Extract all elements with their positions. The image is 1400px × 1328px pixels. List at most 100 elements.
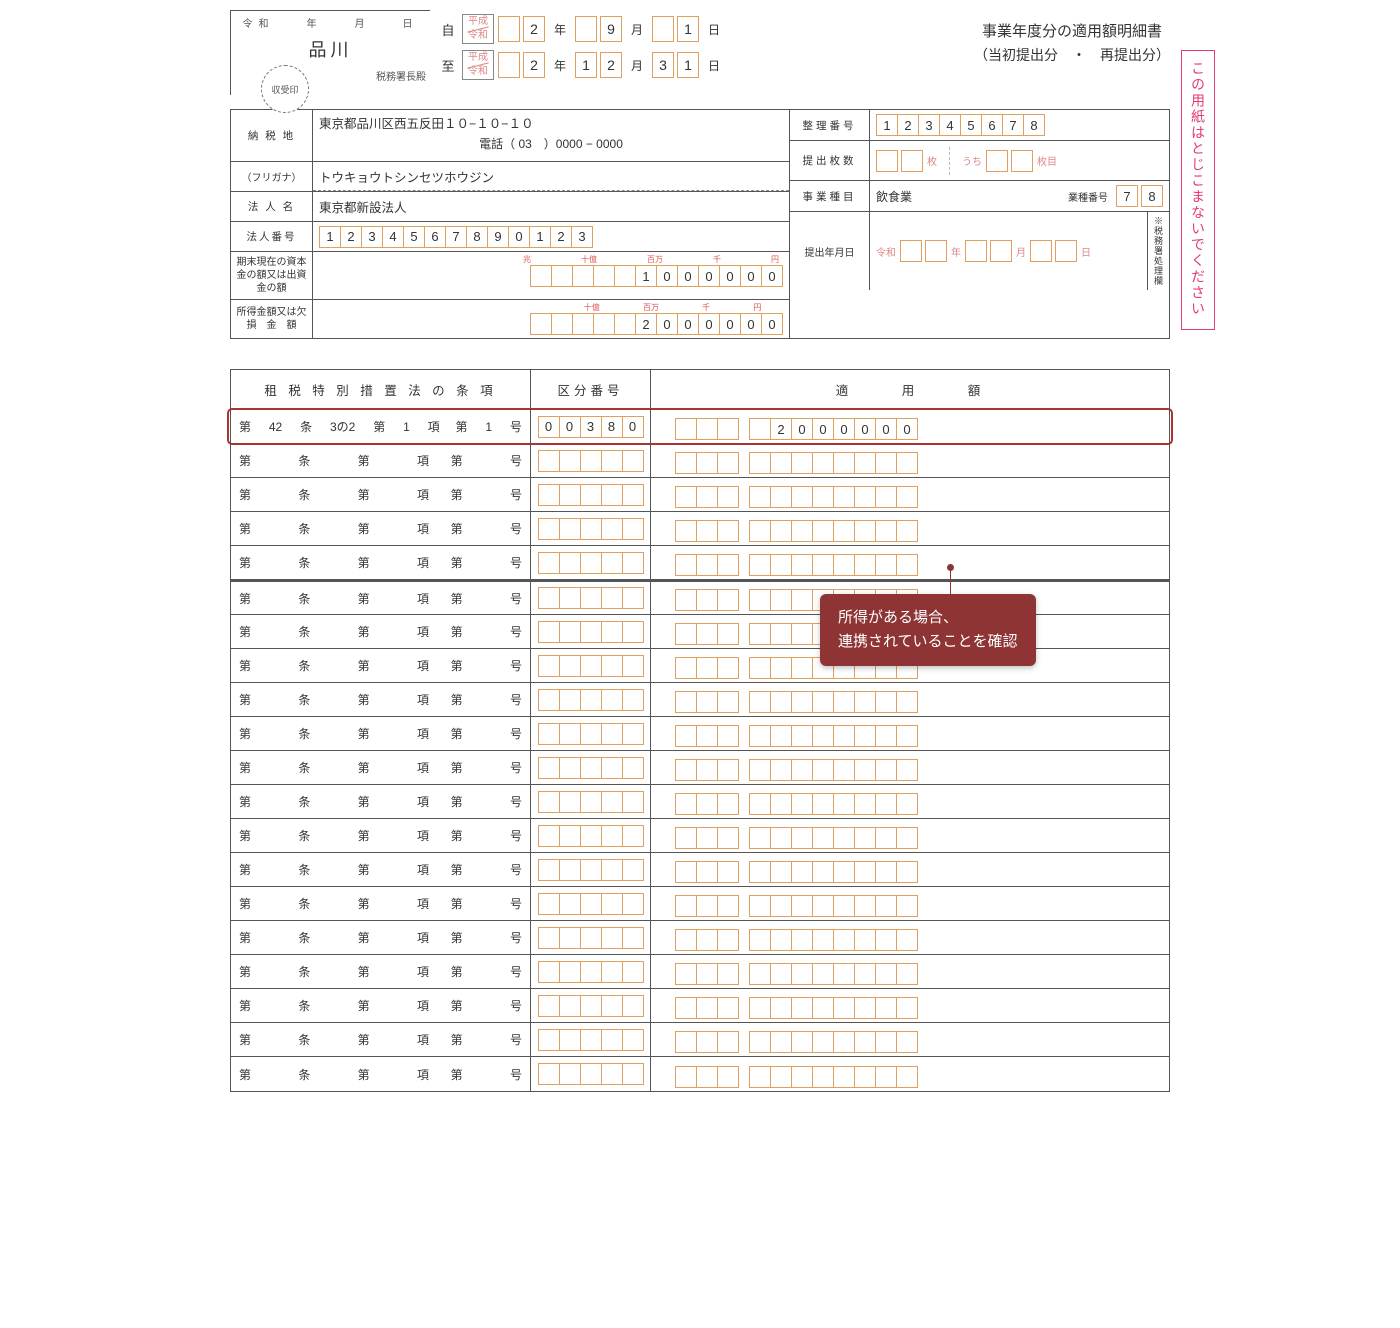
digit-cell[interactable]: [559, 927, 581, 949]
digit-cell[interactable]: [854, 827, 876, 849]
digit-cell[interactable]: [601, 859, 623, 881]
digit-cell[interactable]: 0: [656, 265, 678, 287]
digit-cell[interactable]: [749, 691, 771, 713]
digit-cell[interactable]: [896, 486, 918, 508]
digit-cell[interactable]: [833, 929, 855, 951]
digit-cell[interactable]: [622, 1063, 644, 1085]
digit-cell[interactable]: [538, 757, 560, 779]
digit-cell[interactable]: [622, 587, 644, 609]
digit-cell[interactable]: [580, 825, 602, 847]
digit-cell[interactable]: [622, 757, 644, 779]
digit-cell[interactable]: [854, 963, 876, 985]
digit-cell[interactable]: 5: [403, 226, 425, 248]
digit-cell[interactable]: [896, 861, 918, 883]
digit-cell[interactable]: [696, 520, 718, 542]
digit-cell[interactable]: [559, 1063, 581, 1085]
digit-cell[interactable]: [601, 552, 623, 574]
digit-cell[interactable]: [812, 1031, 834, 1053]
digit-cell[interactable]: [749, 997, 771, 1019]
digit-cell[interactable]: [791, 793, 813, 815]
digit-cell[interactable]: [812, 520, 834, 542]
digit-cell[interactable]: [675, 793, 697, 815]
digit-cell[interactable]: [812, 691, 834, 713]
digit-cell[interactable]: [538, 893, 560, 915]
digit-cell[interactable]: [812, 997, 834, 1019]
digit-cell[interactable]: 0: [698, 265, 720, 287]
digit-cell[interactable]: [696, 861, 718, 883]
digit-cell[interactable]: [854, 793, 876, 815]
digit-cell[interactable]: [717, 895, 739, 917]
digit-cell[interactable]: [593, 313, 615, 335]
digit-cell[interactable]: [749, 861, 771, 883]
digit-cell[interactable]: [875, 554, 897, 576]
digit-cell[interactable]: [601, 927, 623, 949]
digit-cell[interactable]: 1: [876, 114, 898, 136]
digit-cell[interactable]: 0: [791, 418, 813, 440]
digit-cell[interactable]: [601, 450, 623, 472]
digit-cell[interactable]: [1011, 150, 1033, 172]
digit-cell[interactable]: [601, 518, 623, 540]
digit-cell[interactable]: [622, 995, 644, 1017]
digit-cell[interactable]: [572, 265, 594, 287]
digit-cell[interactable]: [812, 1066, 834, 1088]
digit-cell[interactable]: [812, 725, 834, 747]
digit-cell[interactable]: [559, 995, 581, 1017]
digit-cell[interactable]: [696, 827, 718, 849]
digit-cell[interactable]: [675, 759, 697, 781]
digit-cell[interactable]: 1: [529, 226, 551, 248]
digit-cell[interactable]: [854, 520, 876, 542]
digit-cell[interactable]: [770, 623, 792, 645]
digit-cell[interactable]: [622, 927, 644, 949]
digit-cell[interactable]: 0: [698, 313, 720, 335]
digit-cell[interactable]: [896, 1066, 918, 1088]
digit-cell[interactable]: [875, 895, 897, 917]
digit-cell[interactable]: [717, 657, 739, 679]
digit-cell[interactable]: [530, 265, 552, 287]
digit-cell[interactable]: [538, 995, 560, 1017]
digit-cell[interactable]: [833, 861, 855, 883]
digit-cell[interactable]: [717, 1031, 739, 1053]
digit-cell[interactable]: [854, 929, 876, 951]
digit-cell[interactable]: 8: [1023, 114, 1045, 136]
digit-cell[interactable]: [791, 623, 813, 645]
digit-cell[interactable]: 0: [656, 313, 678, 335]
digit-cell[interactable]: [812, 827, 834, 849]
digit-cell[interactable]: [896, 725, 918, 747]
digit-cell[interactable]: [601, 961, 623, 983]
digit-cell[interactable]: [791, 725, 813, 747]
digit-cell[interactable]: [696, 691, 718, 713]
digit-cell[interactable]: [749, 657, 771, 679]
digit-cell[interactable]: [675, 691, 697, 713]
digit-cell[interactable]: [538, 552, 560, 574]
digit-cell[interactable]: [538, 621, 560, 643]
digit-cell[interactable]: 3: [361, 226, 383, 248]
digit-cell[interactable]: [896, 793, 918, 815]
digit-cell[interactable]: [749, 1066, 771, 1088]
digit-cell[interactable]: [854, 1031, 876, 1053]
digit-cell[interactable]: [559, 450, 581, 472]
digit-cell[interactable]: [601, 995, 623, 1017]
digit-cell[interactable]: [812, 554, 834, 576]
digit-cell[interactable]: [622, 825, 644, 847]
digit-cell[interactable]: [675, 452, 697, 474]
digit-cell[interactable]: [833, 725, 855, 747]
digit-cell[interactable]: [770, 929, 792, 951]
digit-cell[interactable]: [854, 452, 876, 474]
digit-cell[interactable]: [749, 827, 771, 849]
digit-cell[interactable]: 0: [740, 265, 762, 287]
digit-cell[interactable]: [770, 793, 792, 815]
digit-cell[interactable]: [696, 623, 718, 645]
digit-cell[interactable]: 2: [340, 226, 362, 248]
digit-cell[interactable]: 0: [538, 416, 560, 438]
digit-cell[interactable]: [717, 623, 739, 645]
digit-cell[interactable]: [614, 313, 636, 335]
digit-cell[interactable]: 0: [854, 418, 876, 440]
digit-cell[interactable]: [749, 759, 771, 781]
digit-cell[interactable]: [717, 452, 739, 474]
digit-cell[interactable]: [580, 689, 602, 711]
digit-cell[interactable]: [622, 450, 644, 472]
digit-cell[interactable]: 4: [382, 226, 404, 248]
digit-cell[interactable]: [538, 825, 560, 847]
digit-cell[interactable]: [675, 963, 697, 985]
digit-cell[interactable]: [749, 554, 771, 576]
